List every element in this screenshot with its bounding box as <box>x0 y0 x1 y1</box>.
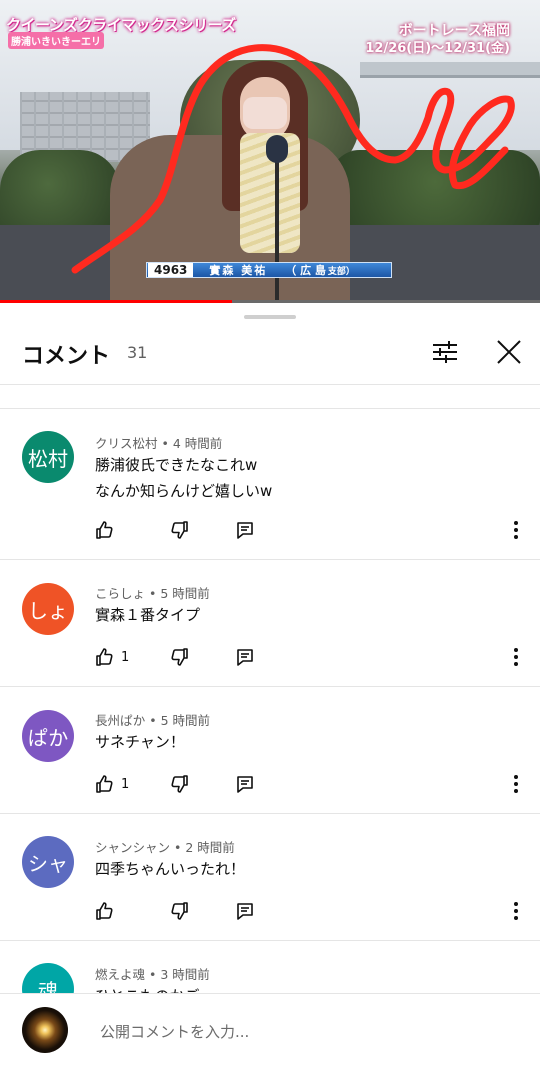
more-vert-icon <box>514 775 518 793</box>
comments-title: コメント <box>22 344 111 369</box>
comment-actions: 1 <box>95 773 525 795</box>
more-options-button[interactable] <box>509 519 523 541</box>
reply-comment-icon <box>237 776 253 793</box>
comment-meta: こらしょ • 5 時間前 <box>95 586 210 601</box>
drag-handle[interactable] <box>244 315 296 319</box>
avatar <box>22 1007 68 1053</box>
comment-time: 2 時間前 <box>185 840 235 855</box>
thumbs-down-icon <box>171 902 188 920</box>
comment-input[interactable]: 公開コメントを入力... <box>100 1021 249 1042</box>
reply-comment-icon <box>237 522 253 539</box>
comment-actions <box>95 519 525 541</box>
reply-button[interactable] <box>235 646 255 668</box>
overlay-series-subtitle: 勝浦いきいきーエリ <box>8 32 104 49</box>
comment-input-bar: 公開コメントを入力... <box>0 993 540 1066</box>
thumbs-up-icon <box>96 648 113 666</box>
comment-text: ひとこものかご <box>95 983 200 993</box>
dislike-button[interactable] <box>169 646 189 668</box>
avatar[interactable]: しょ <box>22 583 74 635</box>
comment-time: 3 時間前 <box>160 967 210 982</box>
more-vert-icon <box>514 648 518 666</box>
sliders-icon <box>433 341 457 363</box>
like-count: 1 <box>121 649 130 665</box>
racer-name: 實森 美祐 <box>209 264 268 277</box>
comment-text: 四季ちゃんいったれ！ <box>95 860 246 878</box>
comment-meta: クリス松村 • 4 時間前 <box>95 436 223 451</box>
comment-actions <box>95 900 525 922</box>
video-player[interactable]: クイーンズクライマックスシリーズ 勝浦いきいきーエリ ボートレース福岡 12/2… <box>0 0 540 303</box>
dislike-button[interactable] <box>169 773 189 795</box>
comment-text: 勝浦彼氏できたなこれw なんか知らんけど嬉しいw <box>95 456 273 500</box>
comment-item: しょ こらしょ • 5 時間前 實森１番タイプ 1 <box>0 560 540 686</box>
comment-item: 魂 燃えよ魂 • 3 時間前 ひとこものかご <box>0 941 540 993</box>
comment-item: 松村 クリス松村 • 4 時間前 勝浦彼氏できたなこれw なんか知らんけど嬉しい… <box>0 409 540 559</box>
comment-item: ぱか 長州ぱか • 5 時間前 サネチャン！ 1 <box>0 687 540 813</box>
more-vert-icon <box>514 902 518 920</box>
comment-author[interactable]: 燃えよ魂 <box>95 967 145 982</box>
more-options-button[interactable] <box>509 773 523 795</box>
thumbs-up-icon <box>96 902 113 920</box>
comment-meta: シャンシャン • 2 時間前 <box>95 840 235 855</box>
thumbs-down-icon <box>171 775 188 793</box>
thumbs-down-icon <box>171 648 188 666</box>
comment-meta: 長州ぱか • 5 時間前 <box>95 713 211 728</box>
like-button[interactable]: 1 <box>95 773 129 795</box>
reply-button[interactable] <box>235 519 255 541</box>
thumbs-down-icon <box>171 521 188 539</box>
close-button[interactable] <box>494 337 524 367</box>
comment-time: 5 時間前 <box>160 586 210 601</box>
reply-button[interactable] <box>235 773 255 795</box>
comments-sheet: コメント 31 松村 クリス松村 • 4 時間前 勝浦彼氏できたなこれw なんか… <box>0 303 540 1066</box>
thumbs-up-icon <box>96 521 113 539</box>
comment-meta: 燃えよ魂 • 3 時間前 <box>95 967 210 982</box>
comment-time: 5 時間前 <box>160 713 211 728</box>
like-button[interactable] <box>95 519 121 541</box>
comment-author[interactable]: シャンシャン <box>95 840 170 855</box>
reply-comment-icon <box>237 903 253 920</box>
racer-number: 4963 <box>148 263 194 277</box>
avatar[interactable]: 魂 <box>22 963 74 993</box>
more-vert-icon <box>514 521 518 539</box>
racer-lower-third: 4963 實森 美祐 （ 広 島 支部） <box>146 262 392 278</box>
comment-text: 實森１番タイプ <box>95 606 201 624</box>
thumbs-up-icon <box>96 775 113 793</box>
comment-item: シャ シャンシャン • 2 時間前 四季ちゃんいったれ！ <box>0 814 540 940</box>
dislike-button[interactable] <box>169 900 189 922</box>
more-options-button[interactable] <box>509 900 523 922</box>
comment-author[interactable]: クリス松村 <box>95 436 158 451</box>
like-button[interactable]: 1 <box>95 646 129 668</box>
sort-filter-button[interactable] <box>430 337 460 367</box>
more-options-button[interactable] <box>509 646 523 668</box>
like-count: 1 <box>121 776 130 792</box>
header-divider <box>0 384 540 385</box>
reply-button[interactable] <box>235 900 255 922</box>
comment-time: 4 時間前 <box>172 436 223 451</box>
close-icon <box>497 340 521 364</box>
reply-comment-icon <box>237 649 253 666</box>
comments-count: 31 <box>127 343 148 362</box>
racer-branch: （ 広 島 <box>285 264 326 277</box>
comment-author[interactable]: こらしょ <box>95 586 145 601</box>
overlay-dates: 12/26(日)〜12/31(金) <box>365 41 510 56</box>
comment-text: サネチャン！ <box>95 733 185 751</box>
racer-branch-suffix: 支部） <box>327 266 355 277</box>
dislike-button[interactable] <box>169 519 189 541</box>
avatar[interactable]: 松村 <box>22 431 74 483</box>
comment-author[interactable]: 長州ぱか <box>95 713 145 728</box>
avatar[interactable]: シャ <box>22 836 74 888</box>
comment-actions: 1 <box>95 646 525 668</box>
like-button[interactable] <box>95 900 121 922</box>
avatar[interactable]: ぱか <box>22 710 74 762</box>
